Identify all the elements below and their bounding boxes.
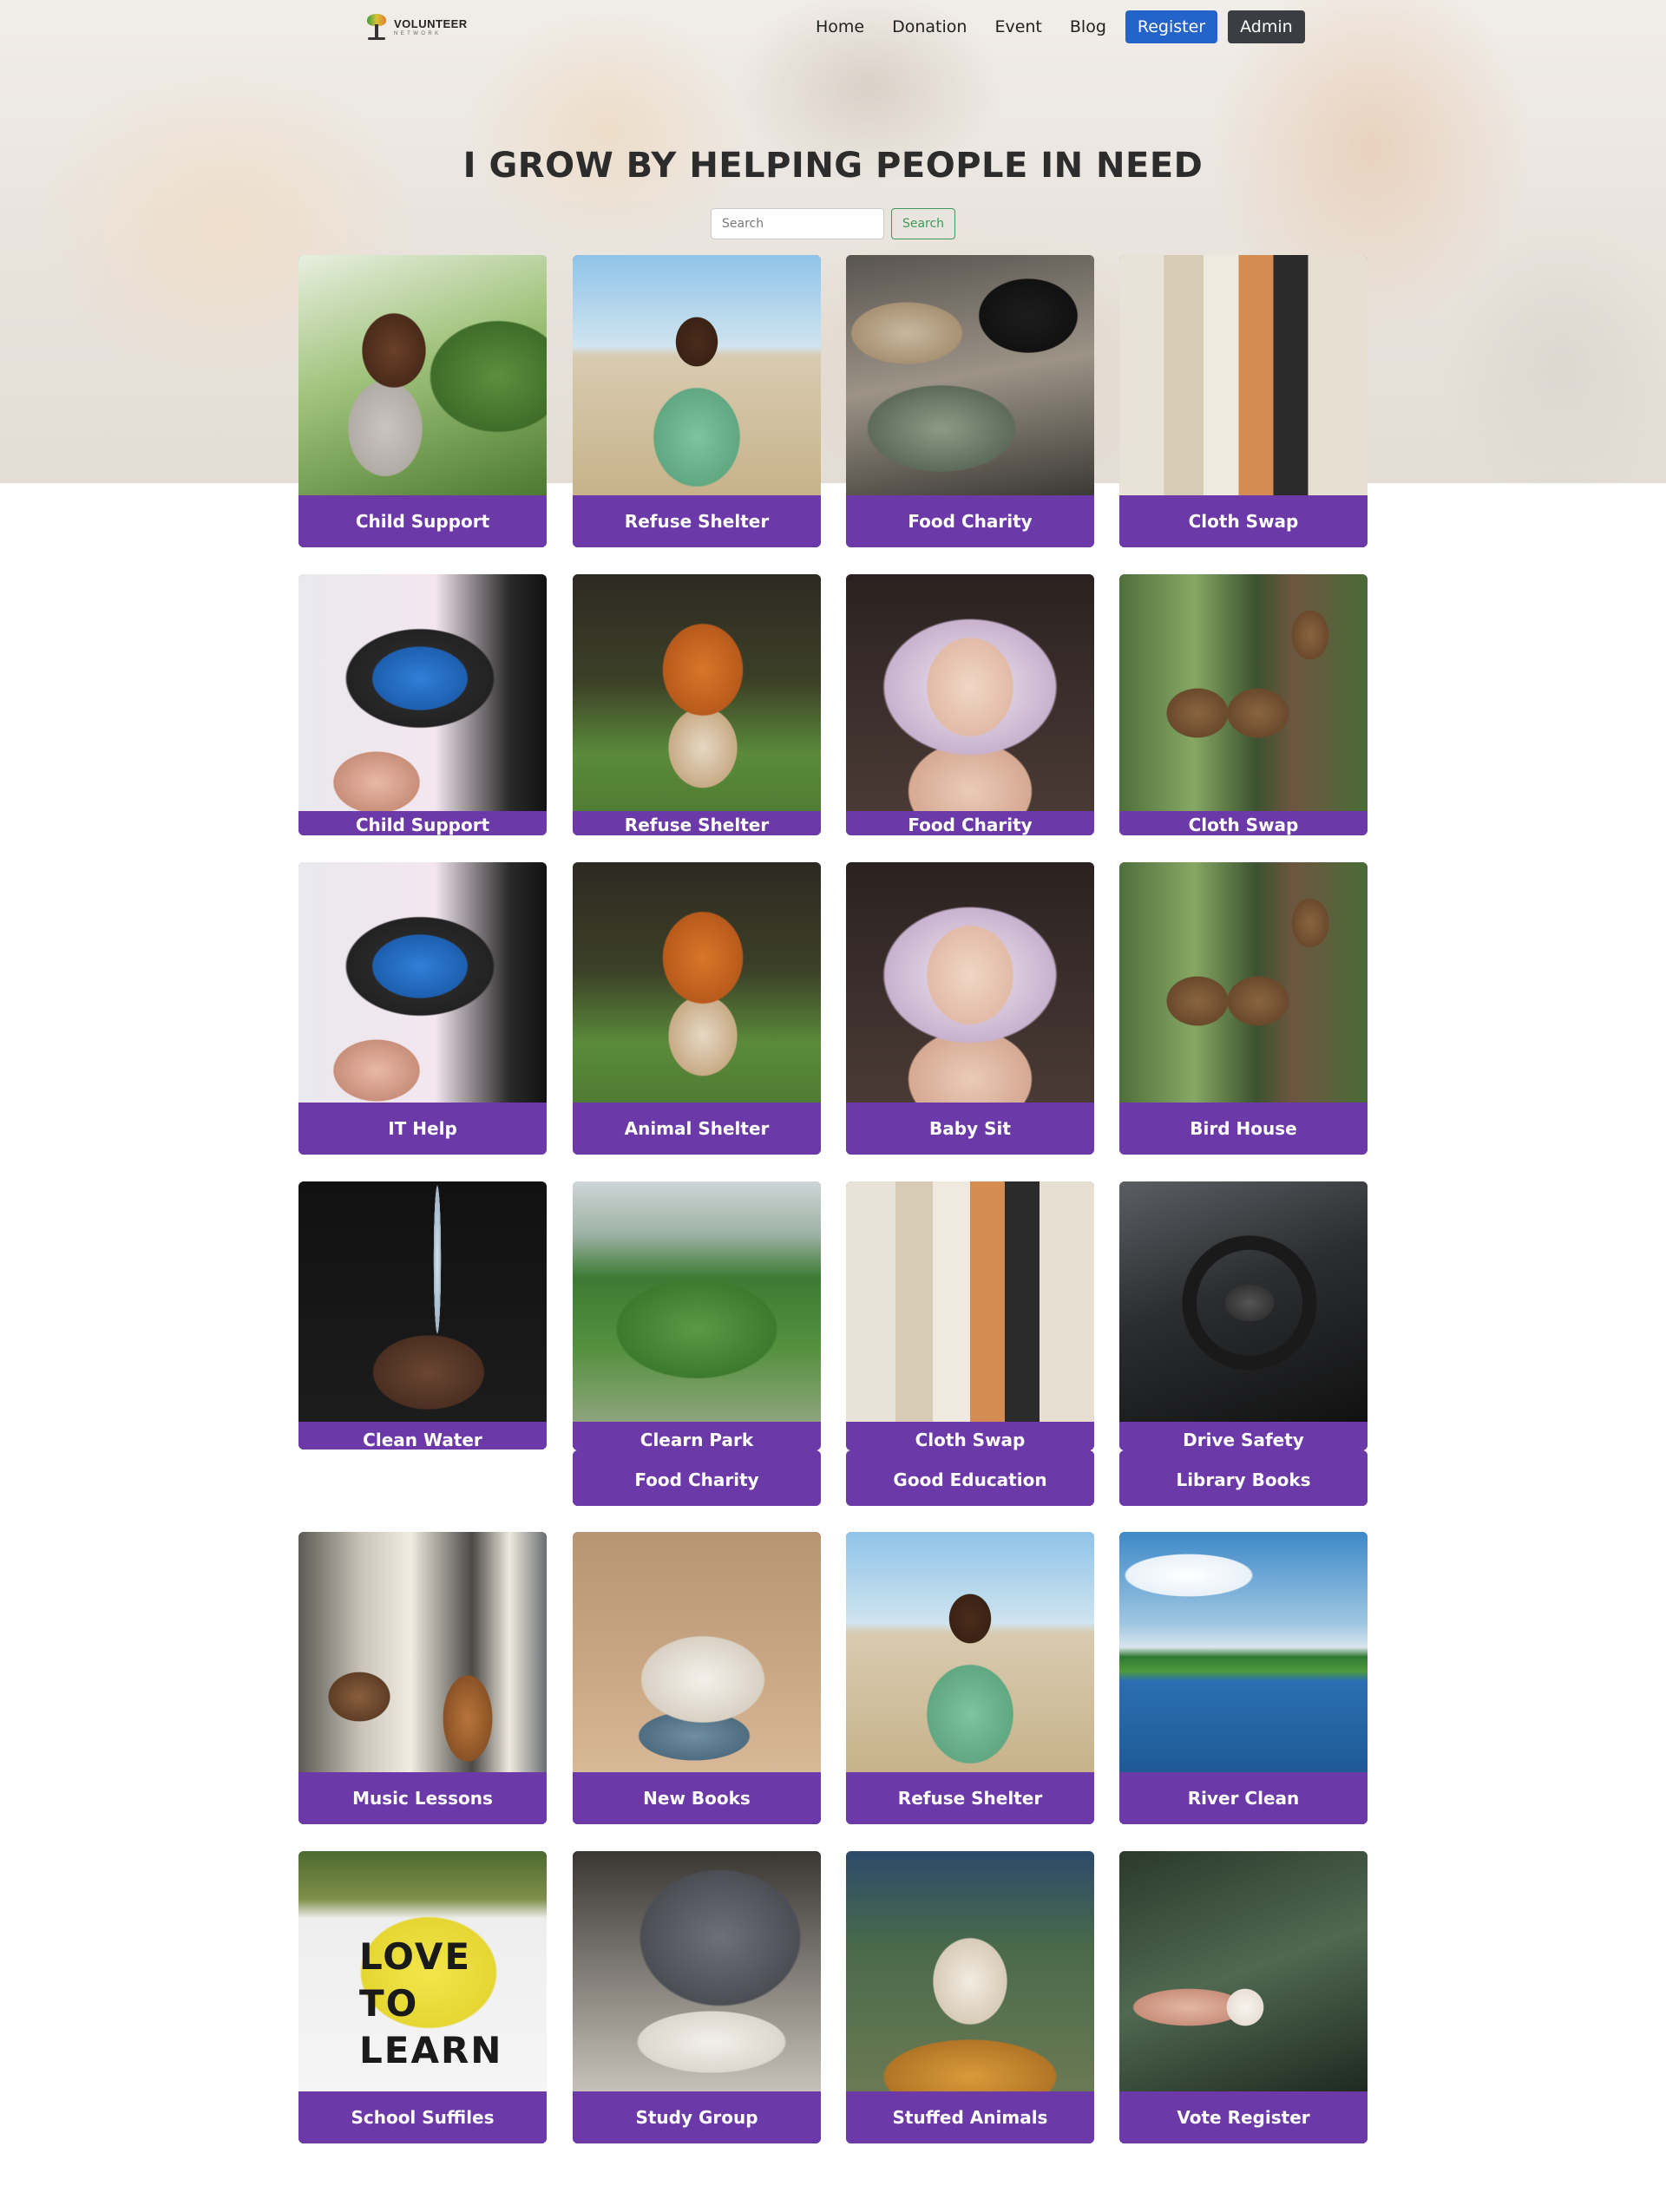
card-label: New Books (573, 1772, 821, 1824)
card-refuse-shelter-3[interactable]: Refuse Shelter (846, 1532, 1094, 1824)
card-study-group[interactable]: Study Group (573, 1851, 821, 2143)
card-clean-water[interactable]: Clean Water (298, 1181, 547, 1450)
laptop-photo (298, 574, 547, 814)
card-label: Library Books (1119, 1450, 1368, 1506)
baby-photo (846, 574, 1094, 814)
card-stuffed-animals[interactable]: Stuffed Animals (846, 1851, 1094, 2143)
card-school-suffiles[interactable]: LOVE TO LEARN School Suffiles (298, 1851, 547, 2143)
card-label: Child Support (298, 811, 547, 835)
card-river-clean[interactable]: River Clean (1119, 1532, 1368, 1824)
card-label: Drive Safety (1119, 1422, 1368, 1450)
card-label: Child Support (298, 495, 547, 547)
clothes-photo (846, 1181, 1094, 1422)
card-label: Cloth Swap (1119, 495, 1368, 547)
card-child-support[interactable]: Child Support (298, 255, 547, 547)
love-to-learn-sign-photo: LOVE TO LEARN (298, 1851, 547, 2091)
sign-text: LOVE TO LEARN (359, 1935, 503, 2071)
girl-photo (298, 255, 547, 495)
card-label: River Clean (1119, 1772, 1368, 1824)
card-label: Refuse Shelter (573, 495, 821, 547)
card-food-charity-3[interactable]: Food Charity (573, 1450, 821, 1506)
card-label: Baby Sit (846, 1103, 1094, 1155)
card-child-support-2[interactable]: Child Support (298, 574, 547, 835)
card-cloth-swap-2[interactable]: Cloth Swap (1119, 574, 1368, 835)
card-label: Cloth Swap (1119, 811, 1368, 835)
boy-photo (846, 1532, 1094, 1772)
voted-sticker-photo (1119, 1851, 1368, 2091)
card-good-education[interactable]: Good Education (846, 1450, 1094, 1506)
card-baby-sit[interactable]: Baby Sit (846, 862, 1094, 1155)
card-label: School Suffiles (298, 2091, 547, 2143)
card-food-charity[interactable]: Food Charity (846, 255, 1094, 547)
steering-wheel-photo (1119, 1181, 1368, 1422)
fox-photo (573, 574, 821, 814)
card-label: Food Charity (846, 495, 1094, 547)
water-photo (298, 1181, 547, 1422)
food-photo (846, 255, 1094, 495)
card-music-lessons[interactable]: Music Lessons (298, 1532, 547, 1824)
card-library-books[interactable]: Library Books (1119, 1450, 1368, 1506)
river-photo (1119, 1532, 1368, 1772)
birdhouse-photo (1119, 862, 1368, 1103)
card-cloth-swap-3[interactable]: Cloth Swap (846, 1181, 1094, 1450)
card-label: Stuffed Animals (846, 2091, 1094, 2143)
birdhouse-photo (1119, 574, 1368, 814)
card-label: Animal Shelter (573, 1103, 821, 1155)
clothes-photo (1119, 255, 1368, 495)
dog-photo (846, 1851, 1094, 2091)
card-label: Study Group (573, 2091, 821, 2143)
laptop-photo (298, 862, 547, 1103)
card-refuse-shelter-2[interactable]: Refuse Shelter (573, 574, 821, 835)
card-refuse-shelter[interactable]: Refuse Shelter (573, 255, 821, 547)
card-vote-register[interactable]: Vote Register (1119, 1851, 1368, 2143)
card-bird-house[interactable]: Bird House (1119, 862, 1368, 1155)
card-animal-shelter[interactable]: Animal Shelter (573, 862, 821, 1155)
card-label: Bird House (1119, 1103, 1368, 1155)
card-label: Clearn Park (573, 1422, 821, 1450)
card-label: Refuse Shelter (573, 811, 821, 835)
card-cloth-swap[interactable]: Cloth Swap (1119, 255, 1368, 547)
books-photo (573, 1532, 821, 1772)
card-drive-safety[interactable]: Drive Safety (1119, 1181, 1368, 1450)
card-label: Good Education (846, 1450, 1094, 1506)
card-label: Vote Register (1119, 2091, 1368, 2143)
park-photo (573, 1181, 821, 1422)
card-label: Food Charity (573, 1450, 821, 1506)
card-it-help[interactable]: IT Help (298, 862, 547, 1155)
card-label: IT Help (298, 1103, 547, 1155)
volunteer-card-grid: Child Support Refuse Shelter Food Charit… (0, 0, 1666, 2212)
card-label: Clean Water (298, 1422, 547, 1450)
card-new-books[interactable]: New Books (573, 1532, 821, 1824)
card-label: Food Charity (846, 811, 1094, 835)
card-label: Music Lessons (298, 1772, 547, 1824)
boy-photo (573, 255, 821, 495)
fox-photo (573, 862, 821, 1103)
card-label: Refuse Shelter (846, 1772, 1094, 1824)
card-label: Cloth Swap (846, 1422, 1094, 1450)
music-room-photo (298, 1532, 547, 1772)
card-food-charity-2[interactable]: Food Charity (846, 574, 1094, 835)
card-clearn-park[interactable]: Clearn Park (573, 1181, 821, 1450)
baby-photo (846, 862, 1094, 1103)
study-photo (573, 1851, 821, 2091)
